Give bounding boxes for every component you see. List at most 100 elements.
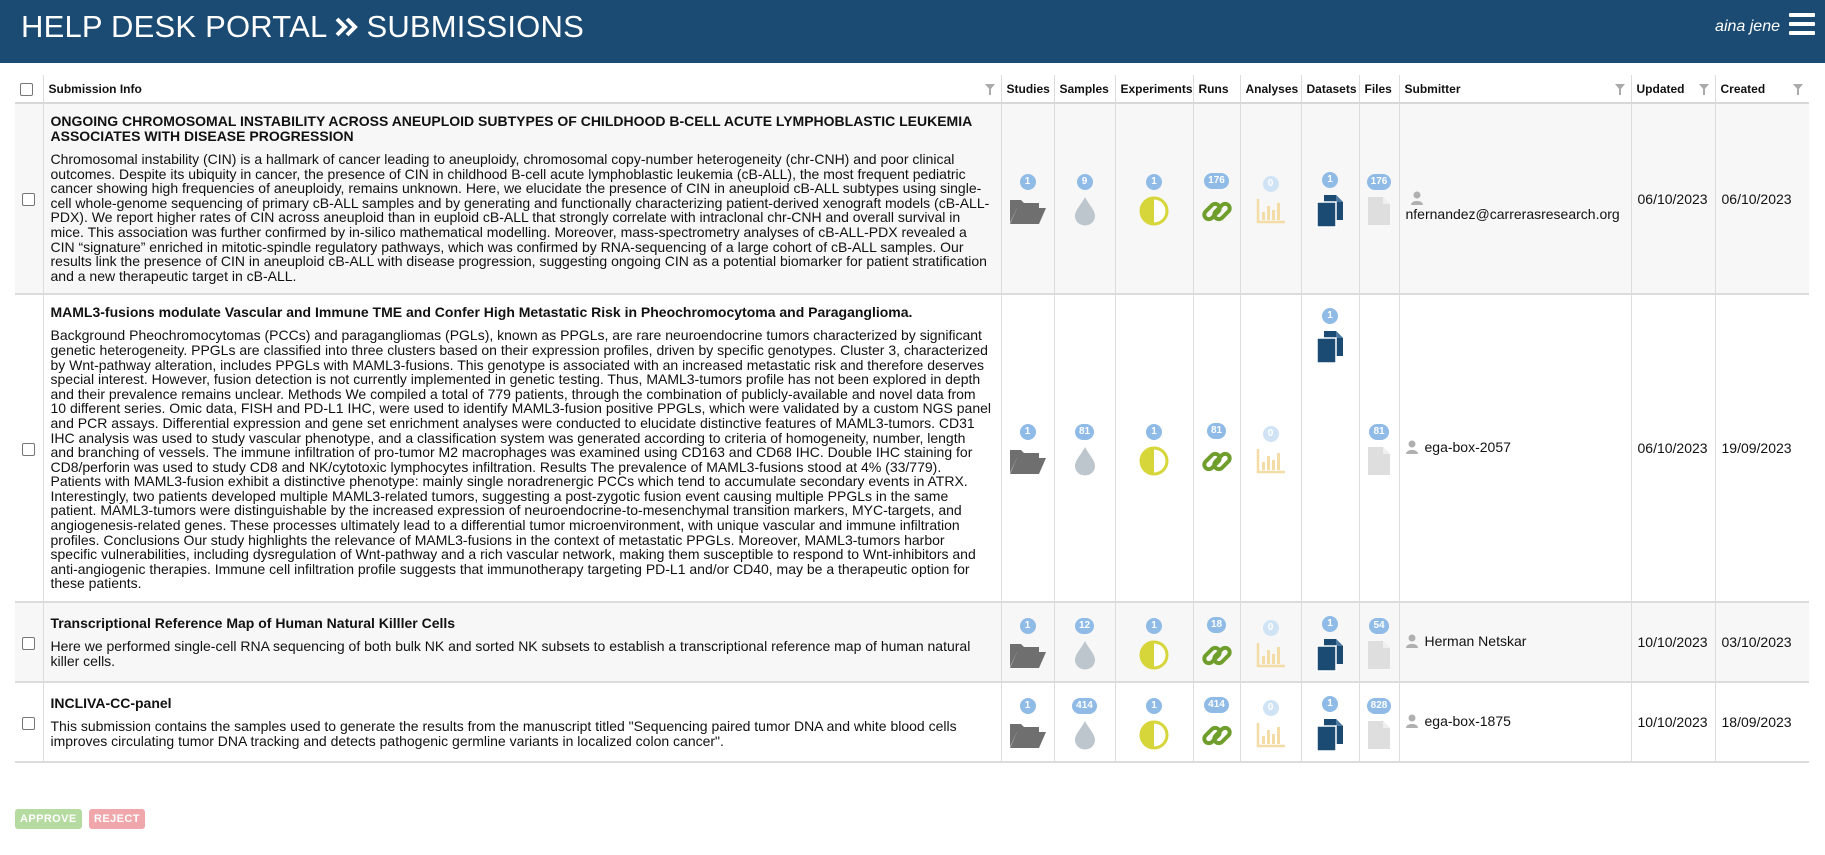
experiments-link[interactable]: 1 [1139,174,1169,226]
column-header-info[interactable]: Submission Info [43,75,1002,104]
select-all-checkbox[interactable] [20,82,33,96]
table-row[interactable]: Transcriptional Reference Map of Human N… [15,602,1809,684]
experiments-count-badge: 1 [1146,174,1162,191]
runs-count-badge: 81 [1206,422,1227,439]
files-count-badge: 828 [1366,697,1392,714]
column-header-runs[interactable]: Runs [1193,75,1241,104]
studies-count-badge: 1 [1019,617,1036,634]
files-cell: 828 [1359,682,1400,764]
datasets-link[interactable]: 1 [1315,172,1345,228]
studies-link[interactable]: 1 [1009,174,1047,226]
studies-link[interactable]: 1 [1009,617,1047,670]
files-link[interactable]: 828 [1366,697,1392,750]
submission-info-cell: ONGOING CHROMOSOMAL INSTABILITY ACROSS A… [43,103,1002,296]
samples-link[interactable]: 12 [1074,617,1096,670]
filter-icon[interactable] [1698,84,1709,95]
samples-cell: 9 [1054,103,1116,296]
person-icon [1405,634,1418,651]
analyses-cell: 0 [1240,294,1302,604]
datasets-count-badge: 1 [1322,695,1338,712]
files-count-badge: 176 [1366,174,1392,191]
studies-cell: 1 [1001,602,1055,684]
submission-description: Chromosomal instability (CIN) is a hallm… [50,151,990,284]
datasets-cell: 1 [1301,103,1360,296]
studies-link[interactable]: 1 [1009,423,1047,476]
reject-button[interactable]: REJECT [89,809,145,829]
drop-icon [1074,640,1096,670]
analyses-count-badge: 0 [1262,176,1279,193]
submission-title[interactable]: INCLIVA-CC-panel [51,695,993,711]
datasets-link[interactable]: 1 [1315,615,1345,672]
datasets-cell: 1 [1301,602,1360,684]
datasets-link[interactable]: 1 [1315,308,1345,365]
person-icon [1405,714,1418,731]
runs-link[interactable]: 414 [1201,696,1233,751]
files-link[interactable]: 54 [1367,617,1391,670]
analyses-link[interactable]: 0 [1256,176,1286,224]
datasets-count-badge: 1 [1322,615,1338,632]
row-checkbox[interactable] [22,636,36,650]
column-header-created[interactable]: Created [1715,75,1809,104]
column-header-samples[interactable]: Samples [1054,75,1116,104]
filter-icon[interactable] [1793,84,1803,95]
column-header-studies[interactable]: Studies [1001,75,1055,104]
folder-icon [1009,720,1047,750]
updated-date: 06/10/2023 [1631,294,1716,604]
samples-link[interactable]: 81 [1074,423,1096,476]
approve-button[interactable]: APPROVE [15,809,82,829]
section-title: SUBMISSIONS [366,9,584,44]
column-header-analyses[interactable]: Analyses [1240,75,1302,104]
studies-link[interactable]: 1 [1009,697,1047,750]
row-select-cell [15,103,44,296]
studies-count-badge: 1 [1019,174,1036,191]
runs-link[interactable]: 18 [1201,616,1233,671]
runs-count-badge: 414 [1204,696,1229,713]
submission-title[interactable]: MAML3-fusions modulate Vascular and Immu… [51,305,993,320]
samples-link[interactable]: 414 [1072,697,1097,750]
column-header-files[interactable]: Files [1359,75,1400,104]
runs-link[interactable]: 81 [1201,422,1233,477]
experiments-link[interactable]: 1 [1139,617,1169,670]
files-cell: 176 [1359,103,1400,296]
row-checkbox[interactable] [22,716,36,730]
user-name[interactable]: aina jene [1715,17,1780,37]
column-header-datasets[interactable]: Datasets [1301,75,1360,104]
person-icon [1405,440,1418,457]
dataset-icon [1315,718,1345,752]
column-header-updated[interactable]: Updated [1631,75,1716,104]
column-header-submitter[interactable]: Submitter [1399,75,1632,104]
samples-count-badge: 81 [1074,423,1095,440]
row-checkbox[interactable] [22,442,36,456]
runs-link[interactable]: 176 [1201,173,1233,227]
runs-cell: 414 [1193,682,1241,764]
analyses-link[interactable]: 0 [1256,699,1286,748]
submitter-name: Herman Netskar [1424,633,1527,650]
submission-title[interactable]: Transcriptional Reference Map of Human N… [51,615,993,631]
updated-date: 10/10/2023 [1631,682,1716,764]
experiments-link[interactable]: 1 [1139,697,1169,750]
datasets-link[interactable]: 1 [1315,695,1345,752]
analyses-link[interactable]: 0 [1256,619,1286,668]
samples-count-badge: 414 [1072,697,1097,714]
table-row[interactable]: MAML3-fusions modulate Vascular and Immu… [15,294,1809,604]
analyses-link[interactable]: 0 [1256,425,1286,474]
analyses-cell: 0 [1240,103,1302,296]
drop-icon [1074,720,1096,750]
filter-icon[interactable] [1614,84,1625,95]
analyses-cell: 0 [1240,602,1302,684]
hamburger-menu-icon[interactable] [1789,13,1815,37]
samples-link[interactable]: 9 [1074,174,1096,226]
files-link[interactable]: 176 [1366,174,1392,226]
files-link[interactable]: 81 [1367,423,1391,476]
table-row[interactable]: INCLIVA-CC-panel This submission contains… [15,682,1809,764]
column-header-experiments[interactable]: Experiments [1115,75,1194,104]
submitter-cell: ega-box-2057 [1399,294,1632,604]
table-row[interactable]: ONGOING CHROMOSOMAL INSTABILITY ACROSS A… [15,103,1809,296]
datasets-count-badge: 1 [1322,172,1338,189]
filter-icon[interactable] [984,84,995,95]
files-count-badge: 54 [1369,617,1389,634]
submission-title[interactable]: ONGOING CHROMOSOMAL INSTABILITY ACROSS A… [51,114,993,144]
experiments-link[interactable]: 1 [1139,423,1169,476]
row-select-cell [15,294,44,604]
row-checkbox[interactable] [22,193,36,207]
